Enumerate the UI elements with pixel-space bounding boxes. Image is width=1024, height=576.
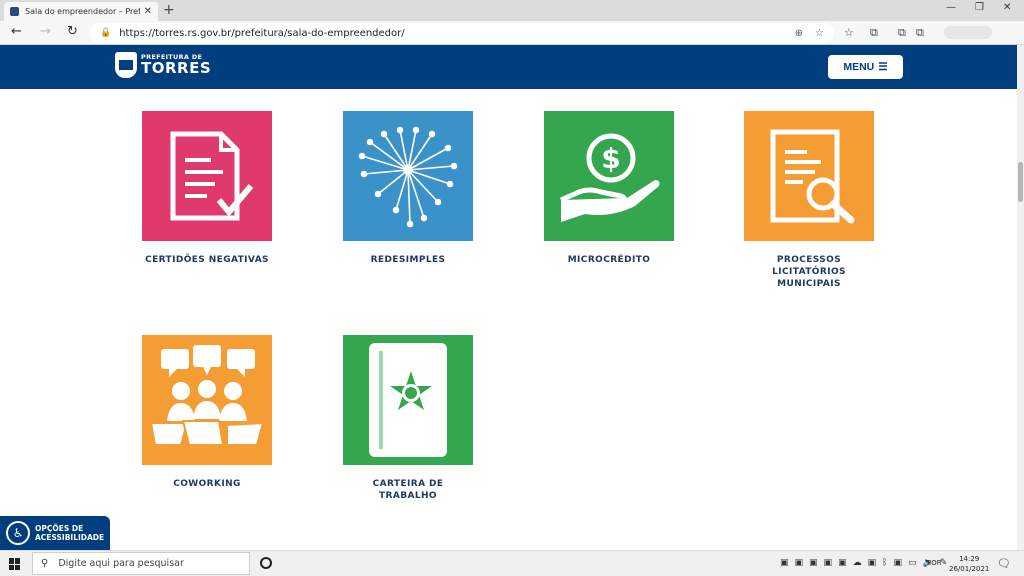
tray-app-icon[interactable]: ▣ <box>894 558 903 568</box>
accessibility-icon: ♿ <box>6 521 30 545</box>
menu-label: MENU <box>843 61 875 73</box>
address-bar[interactable]: 🔒 https://torres.rs.gov.br/prefeitura/sa… <box>90 23 834 43</box>
svg-text:$: $ <box>601 142 620 175</box>
certificate-document-icon <box>170 131 254 221</box>
network-icon[interactable]: ▭ <box>908 558 917 568</box>
scrollbar-thumb[interactable] <box>1018 162 1023 202</box>
document-search-icon <box>770 129 855 224</box>
favorite-star-icon[interactable]: ☆ <box>815 28 824 39</box>
cortana-icon[interactable] <box>260 557 272 569</box>
back-icon[interactable]: ← <box>11 24 22 39</box>
tile-label[interactable]: MICROCRÉDITO <box>544 254 674 266</box>
accessibility-label-line1: OPÇÕES DE <box>35 524 84 533</box>
hamburger-icon: ☰ <box>878 61 888 73</box>
prefeitura-logo[interactable]: PREFEITURA DE TORRES <box>115 52 211 78</box>
system-tray: ▣ ▣ ▣ ▣ ▣ ☁ ▣ ᛒ ▣ ▭ 🔈 ✎ <box>780 558 947 568</box>
tile-certidoes-negativas[interactable]: CERTIDÕES NEGATIVAS <box>142 111 272 266</box>
tile-label[interactable]: PROCESSOS LICITATÓRIOS MUNICIPAIS <box>744 254 874 290</box>
logo-title: TORRES <box>141 58 212 77</box>
page-scrollbar[interactable] <box>1017 45 1024 550</box>
site-favicon-icon <box>10 7 19 16</box>
close-tab-icon[interactable]: ✕ <box>144 6 152 17</box>
notifications-icon[interactable]: 🗨 <box>997 557 1011 570</box>
tray-app-icon[interactable]: ▣ <box>838 558 847 568</box>
tray-app-icon[interactable]: ▣ <box>868 558 877 568</box>
tile-box[interactable] <box>142 335 272 465</box>
clock-time: 14:29 <box>959 555 980 563</box>
tray-app-icon[interactable]: ▣ <box>824 558 833 568</box>
taskbar-search-box[interactable]: ⚲ Digite aqui para pesquisar <box>32 552 250 575</box>
city-seal-icon <box>115 52 137 78</box>
search-icon: ⚲ <box>41 558 49 569</box>
restore-icon[interactable]: ❐ <box>975 2 984 13</box>
tile-box[interactable] <box>343 335 473 465</box>
browser-tab-strip: Sala do empreendedor – Prefeitura ✕ + — … <box>0 0 1024 21</box>
tile-box[interactable]: $ <box>544 111 674 241</box>
close-window-icon[interactable]: ✕ <box>1003 2 1011 13</box>
tile-label[interactable]: CERTIDÕES NEGATIVAS <box>142 254 272 266</box>
extensions-icon[interactable]: ⧉ <box>898 26 906 40</box>
tile-box[interactable] <box>744 111 874 241</box>
profile-avatar[interactable] <box>944 26 992 39</box>
tile-microcredito[interactable]: $ MICROCRÉDITO <box>544 111 674 266</box>
windows-start-icon[interactable] <box>9 558 21 570</box>
accessibility-label-line2: ACESSIBILIDADE <box>35 533 105 542</box>
accessibility-options-button[interactable]: ♿ OPÇÕES DE ACESSIBILIDADE <box>0 516 110 550</box>
minimize-icon[interactable]: — <box>946 2 956 13</box>
tray-app-icon[interactable]: ▣ <box>809 558 818 568</box>
tab-actions-icon[interactable]: ⧉ <box>916 26 924 40</box>
url-text[interactable]: https://torres.rs.gov.br/prefeitura/sala… <box>119 28 782 39</box>
tab-title: Sala do empreendedor – Prefeitura <box>25 7 140 16</box>
windows-taskbar: ⚲ Digite aqui para pesquisar ▣ ▣ ▣ ▣ ▣ ☁… <box>0 550 1024 576</box>
collections-icon[interactable]: ⧉ <box>870 26 878 40</box>
zoom-icon[interactable]: ⊕ <box>795 28 803 39</box>
menu-button[interactable]: MENU ☰ <box>828 55 903 79</box>
bluetooth-icon[interactable]: ᛒ <box>882 558 887 568</box>
browser-toolbar: ← → ↻ 🔒 https://torres.rs.gov.br/prefeit… <box>0 21 1024 45</box>
tile-label[interactable]: REDESIMPLES <box>343 254 473 266</box>
tile-box[interactable] <box>343 111 473 241</box>
favorites-icon[interactable]: ☆ <box>844 26 854 39</box>
tile-carteira-de-trabalho[interactable]: CARTEIRA DE TRABALHO <box>343 335 473 502</box>
taskbar-search-placeholder[interactable]: Digite aqui para pesquisar <box>58 558 184 569</box>
work-card-icon <box>369 343 447 457</box>
tile-processos-licitatorios[interactable]: PROCESSOS LICITATÓRIOS MUNICIPAIS <box>744 111 874 290</box>
money-hand-icon: $ <box>559 133 660 222</box>
cloud-icon[interactable]: ☁ <box>853 558 862 568</box>
lock-icon[interactable]: 🔒 <box>100 28 111 38</box>
new-tab-icon[interactable]: + <box>163 2 175 18</box>
tile-label[interactable]: COWORKING <box>142 478 272 490</box>
tray-app-icon[interactable]: ▣ <box>795 558 804 568</box>
tile-coworking[interactable]: COWORKING <box>142 335 272 490</box>
tile-label[interactable]: CARTEIRA DE TRABALHO <box>343 478 473 502</box>
forward-icon[interactable]: → <box>40 24 51 39</box>
refresh-icon[interactable]: ↻ <box>67 24 78 39</box>
taskbar-clock[interactable]: 14:29 26/01/2021 <box>949 554 989 574</box>
site-header: PREFEITURA DE TORRES MENU ☰ <box>0 45 1017 89</box>
network-map-icon <box>358 126 458 228</box>
coworking-people-icon <box>149 345 265 446</box>
tile-box[interactable] <box>142 111 272 241</box>
tile-redesimples[interactable]: REDESIMPLES <box>343 111 473 266</box>
input-language[interactable]: POR <box>927 559 942 567</box>
browser-tab[interactable]: Sala do empreendedor – Prefeitura ✕ <box>4 2 158 21</box>
clock-date: 26/01/2021 <box>949 565 990 573</box>
tray-app-icon[interactable]: ▣ <box>780 558 789 568</box>
